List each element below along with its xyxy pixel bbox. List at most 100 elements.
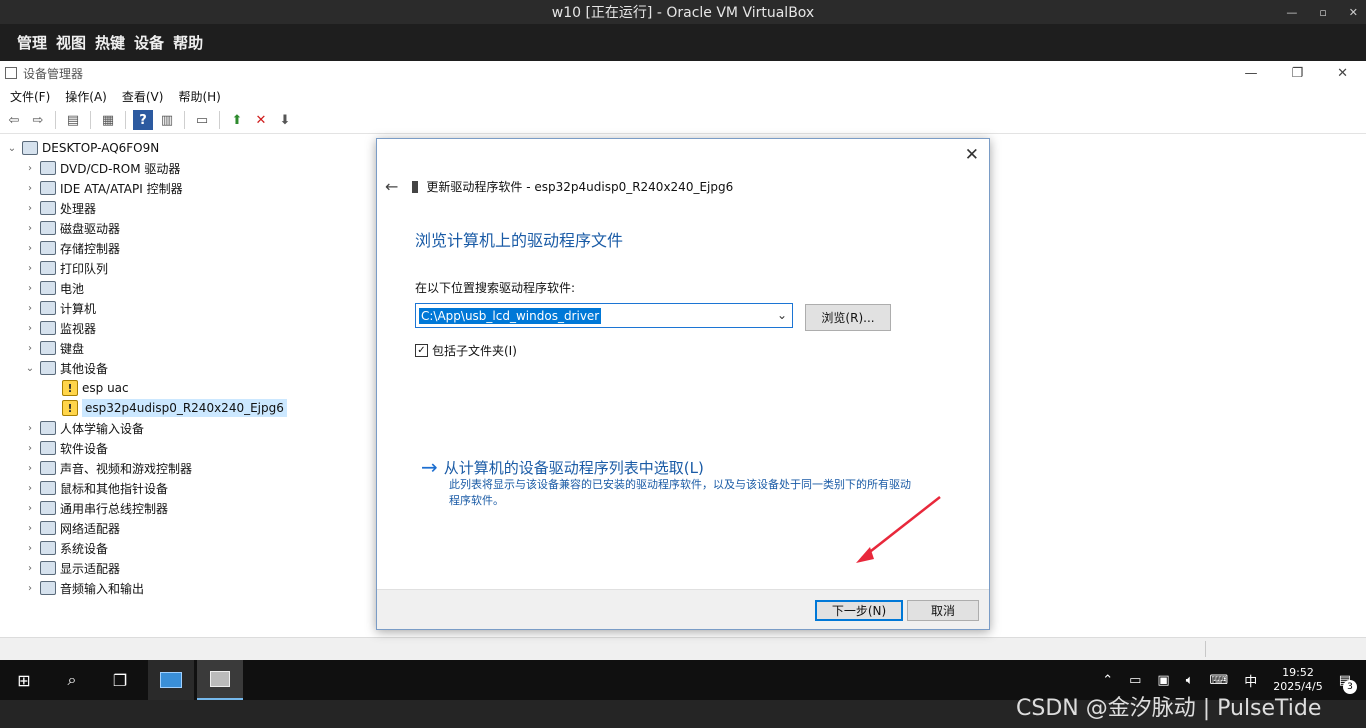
tree-category[interactable]: › 存储控制器	[24, 238, 120, 258]
cancel-button[interactable]: 取消	[907, 600, 979, 621]
expand-chevron-icon[interactable]: ›	[24, 223, 36, 234]
vbox-menu-view[interactable]: 视图	[56, 32, 86, 53]
scan-hardware-icon[interactable]: ▭	[192, 110, 212, 130]
tree-category[interactable]: › 音频输入和输出	[24, 578, 144, 598]
expand-chevron-icon[interactable]: ›	[24, 303, 36, 314]
taskbar-app-device-manager[interactable]	[197, 660, 243, 700]
expand-chevron-icon[interactable]: ›	[24, 263, 36, 274]
include-subfolders-option[interactable]: ✓ 包括子文件夹(I)	[415, 342, 517, 359]
expand-chevron-icon[interactable]: ›	[24, 443, 36, 454]
keyboard-icon[interactable]: ⌨	[1210, 673, 1229, 688]
tree-category[interactable]: › 显示适配器	[24, 558, 120, 578]
dm-minimize-icon[interactable]: —	[1244, 66, 1257, 81]
vbox-menu-help[interactable]: 帮助	[173, 32, 203, 53]
browse-button[interactable]: 浏览(R)...	[805, 304, 891, 331]
next-button[interactable]: 下一步(N)	[815, 600, 903, 621]
ime-indicator[interactable]: 中	[1244, 671, 1257, 690]
battery-icon[interactable]: ▭	[1129, 673, 1141, 688]
checkbox-checked-icon[interactable]: ✓	[415, 344, 428, 357]
expand-chevron-icon[interactable]: ›	[24, 583, 36, 594]
sound-icon	[40, 461, 56, 475]
vbox-menu-hotkey[interactable]: 热键	[95, 32, 125, 53]
expand-chevron-icon[interactable]: ›	[24, 343, 36, 354]
audio-io-icon	[40, 581, 56, 595]
tree-category[interactable]: › 人体学输入设备	[24, 418, 144, 438]
task-view-icon[interactable]: ❐	[96, 660, 144, 700]
usb-device-icon	[412, 180, 419, 193]
expand-chevron-icon[interactable]: ›	[24, 463, 36, 474]
pick-from-list-link[interactable]: → 从计算机的设备驱动程序列表中选取(L)	[421, 455, 704, 479]
menu-file[interactable]: 文件(F)	[10, 88, 50, 105]
network-icon[interactable]: ▣	[1157, 673, 1169, 688]
taskbar-app-control-panel[interactable]	[148, 660, 194, 700]
expand-chevron-icon[interactable]: ›	[24, 563, 36, 574]
menu-action[interactable]: 操作(A)	[65, 88, 107, 105]
search-icon[interactable]: ⌕	[48, 660, 96, 700]
help-icon[interactable]: ?	[133, 110, 153, 130]
expand-chevron-icon[interactable]: ›	[24, 163, 36, 174]
list-icon[interactable]: ▥	[157, 110, 177, 130]
driver-path-combobox[interactable]: C:\App\usb_lcd_windos_driver ⌄	[415, 303, 793, 328]
view-icon[interactable]: ▤	[63, 110, 83, 130]
tree-category[interactable]: › 键盘	[24, 338, 84, 358]
tree-category[interactable]: › 计算机	[24, 298, 96, 318]
properties-icon[interactable]: ▦	[98, 110, 118, 130]
vbox-menu-manage[interactable]: 管理	[17, 32, 47, 53]
close-icon[interactable]: ✕	[1349, 6, 1358, 19]
expand-chevron-icon[interactable]: ›	[24, 543, 36, 554]
back-arrow-icon[interactable]: ←	[385, 177, 398, 196]
forward-icon[interactable]: ⇨	[28, 110, 48, 130]
uninstall-icon[interactable]: ✕	[251, 110, 271, 130]
chevron-up-icon[interactable]: ⌃	[1102, 673, 1113, 688]
vbox-menu-devices[interactable]: 设备	[134, 32, 164, 53]
volume-icon[interactable]: 🔈︎	[1186, 673, 1194, 688]
tree-category[interactable]: › 软件设备	[24, 438, 108, 458]
notification-icon[interactable]: ▤ 3	[1339, 673, 1357, 694]
keyboard-icon	[40, 341, 56, 355]
tree-category[interactable]: › 系统设备	[24, 538, 108, 558]
start-windows-icon[interactable]: ⊞	[0, 660, 48, 700]
monitor-icon	[40, 321, 56, 335]
expand-chevron-icon[interactable]: ›	[24, 283, 36, 294]
tree-category[interactable]: › 磁盘驱动器	[24, 218, 120, 238]
tree-device[interactable]: ! esp uac	[58, 378, 129, 398]
collapse-chevron-icon[interactable]: ⌄	[24, 363, 36, 374]
tree-category[interactable]: › IDE ATA/ATAPI 控制器	[24, 178, 183, 198]
minimize-icon[interactable]: —	[1286, 6, 1297, 19]
expand-chevron-icon[interactable]: ›	[24, 523, 36, 534]
tree-category[interactable]: › 网络适配器	[24, 518, 120, 538]
expand-chevron-icon[interactable]: ›	[24, 503, 36, 514]
tree-category[interactable]: › DVD/CD-ROM 驱动器	[24, 158, 180, 178]
tree-device-selected[interactable]: ! esp32p4udisp0_R240x240_Ejpg6	[58, 398, 287, 418]
dm-restore-icon[interactable]: ❐	[1291, 66, 1303, 81]
pick-from-list-label[interactable]: 从计算机的设备驱动程序列表中选取(L)	[444, 457, 704, 478]
expand-chevron-icon[interactable]: ›	[24, 483, 36, 494]
tree-category[interactable]: › 声音、视频和游戏控制器	[24, 458, 192, 478]
maximize-icon[interactable]: ▫	[1319, 6, 1326, 19]
expand-chevron-icon[interactable]: ›	[24, 323, 36, 334]
tree-category[interactable]: › 处理器	[24, 198, 96, 218]
tree-category[interactable]: › 鼠标和其他指针设备	[24, 478, 168, 498]
menu-help[interactable]: 帮助(H)	[178, 88, 220, 105]
dialog-close-icon[interactable]: ✕	[965, 145, 979, 165]
dm-close-icon[interactable]: ✕	[1337, 66, 1348, 81]
expand-chevron-icon[interactable]: ›	[24, 203, 36, 214]
menu-view[interactable]: 查看(V)	[122, 88, 164, 105]
tree-category[interactable]: › 打印队列	[24, 258, 108, 278]
update-driver-icon[interactable]: ⬆	[227, 110, 247, 130]
tree-category[interactable]: › 电池	[24, 278, 84, 298]
back-icon[interactable]: ⇦	[4, 110, 24, 130]
collapse-chevron-icon[interactable]: ⌄	[6, 143, 18, 154]
tree-root[interactable]: ⌄ DESKTOP-AQ6FO9N	[6, 138, 159, 158]
tree-category[interactable]: › 监视器	[24, 318, 96, 338]
expand-chevron-icon[interactable]: ›	[24, 183, 36, 194]
driver-path-value[interactable]: C:\App\usb_lcd_windos_driver	[419, 307, 602, 324]
chevron-down-icon[interactable]: ⌄	[777, 308, 787, 322]
disable-device-icon[interactable]: ⬇	[275, 110, 295, 130]
tree-category[interactable]: ⌄ 其他设备	[24, 358, 108, 378]
tree-category[interactable]: › 通用串行总线控制器	[24, 498, 168, 518]
expand-chevron-icon[interactable]: ›	[24, 423, 36, 434]
annotation-arrow-line	[861, 496, 941, 559]
ide-controller-icon	[40, 181, 56, 195]
expand-chevron-icon[interactable]: ›	[24, 243, 36, 254]
